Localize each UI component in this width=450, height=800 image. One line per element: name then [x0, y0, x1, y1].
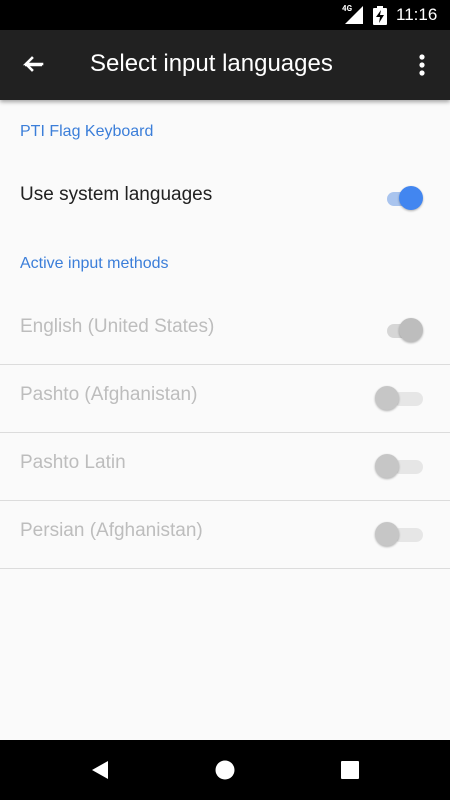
navigation-bar: [0, 740, 450, 800]
app-bar: Select input languages: [0, 30, 450, 100]
battery-charging-icon: [373, 6, 387, 25]
switch-thumb: [375, 386, 399, 410]
switch-thumb: [399, 186, 423, 210]
input-method-label: English (United States): [20, 316, 215, 337]
section-header-active-input-methods: Active input methods: [20, 255, 169, 272]
input-method-label: Pashto Latin: [20, 452, 126, 473]
use-system-languages-row[interactable]: Use system languages: [0, 164, 450, 232]
input-method-row-pashto-latin[interactable]: Pashto Latin: [0, 432, 450, 501]
input-method-switch-pashto-latin[interactable]: [375, 454, 427, 480]
use-system-languages-label: Use system languages: [20, 184, 213, 205]
section-header-keyboard: PTI Flag Keyboard: [20, 123, 154, 140]
input-method-label: Persian (Afghanistan): [20, 520, 203, 541]
switch-thumb: [375, 522, 399, 546]
input-method-switch-english[interactable]: [385, 318, 427, 344]
clock: 11:16: [396, 5, 438, 24]
nav-back-icon[interactable]: [90, 760, 110, 780]
more-vert-icon[interactable]: [410, 51, 434, 79]
cell-signal-icon: [345, 6, 363, 24]
status-bar: 4G 11:16: [0, 0, 450, 30]
input-method-label: Pashto (Afghanistan): [20, 384, 198, 405]
nav-recents-icon[interactable]: [341, 761, 359, 779]
use-system-languages-switch[interactable]: [385, 186, 427, 212]
input-method-row-english[interactable]: English (United States): [0, 296, 450, 365]
page-title: Select input languages: [90, 50, 333, 77]
input-method-row-pashto[interactable]: Pashto (Afghanistan): [0, 364, 450, 433]
input-method-switch-persian[interactable]: [375, 522, 427, 548]
switch-thumb: [375, 454, 399, 478]
nav-home-icon[interactable]: [215, 760, 235, 780]
input-method-row-persian[interactable]: Persian (Afghanistan): [0, 500, 450, 569]
input-method-switch-pashto[interactable]: [375, 386, 427, 412]
arrow-back-icon[interactable]: [18, 51, 46, 79]
switch-thumb: [399, 318, 423, 342]
